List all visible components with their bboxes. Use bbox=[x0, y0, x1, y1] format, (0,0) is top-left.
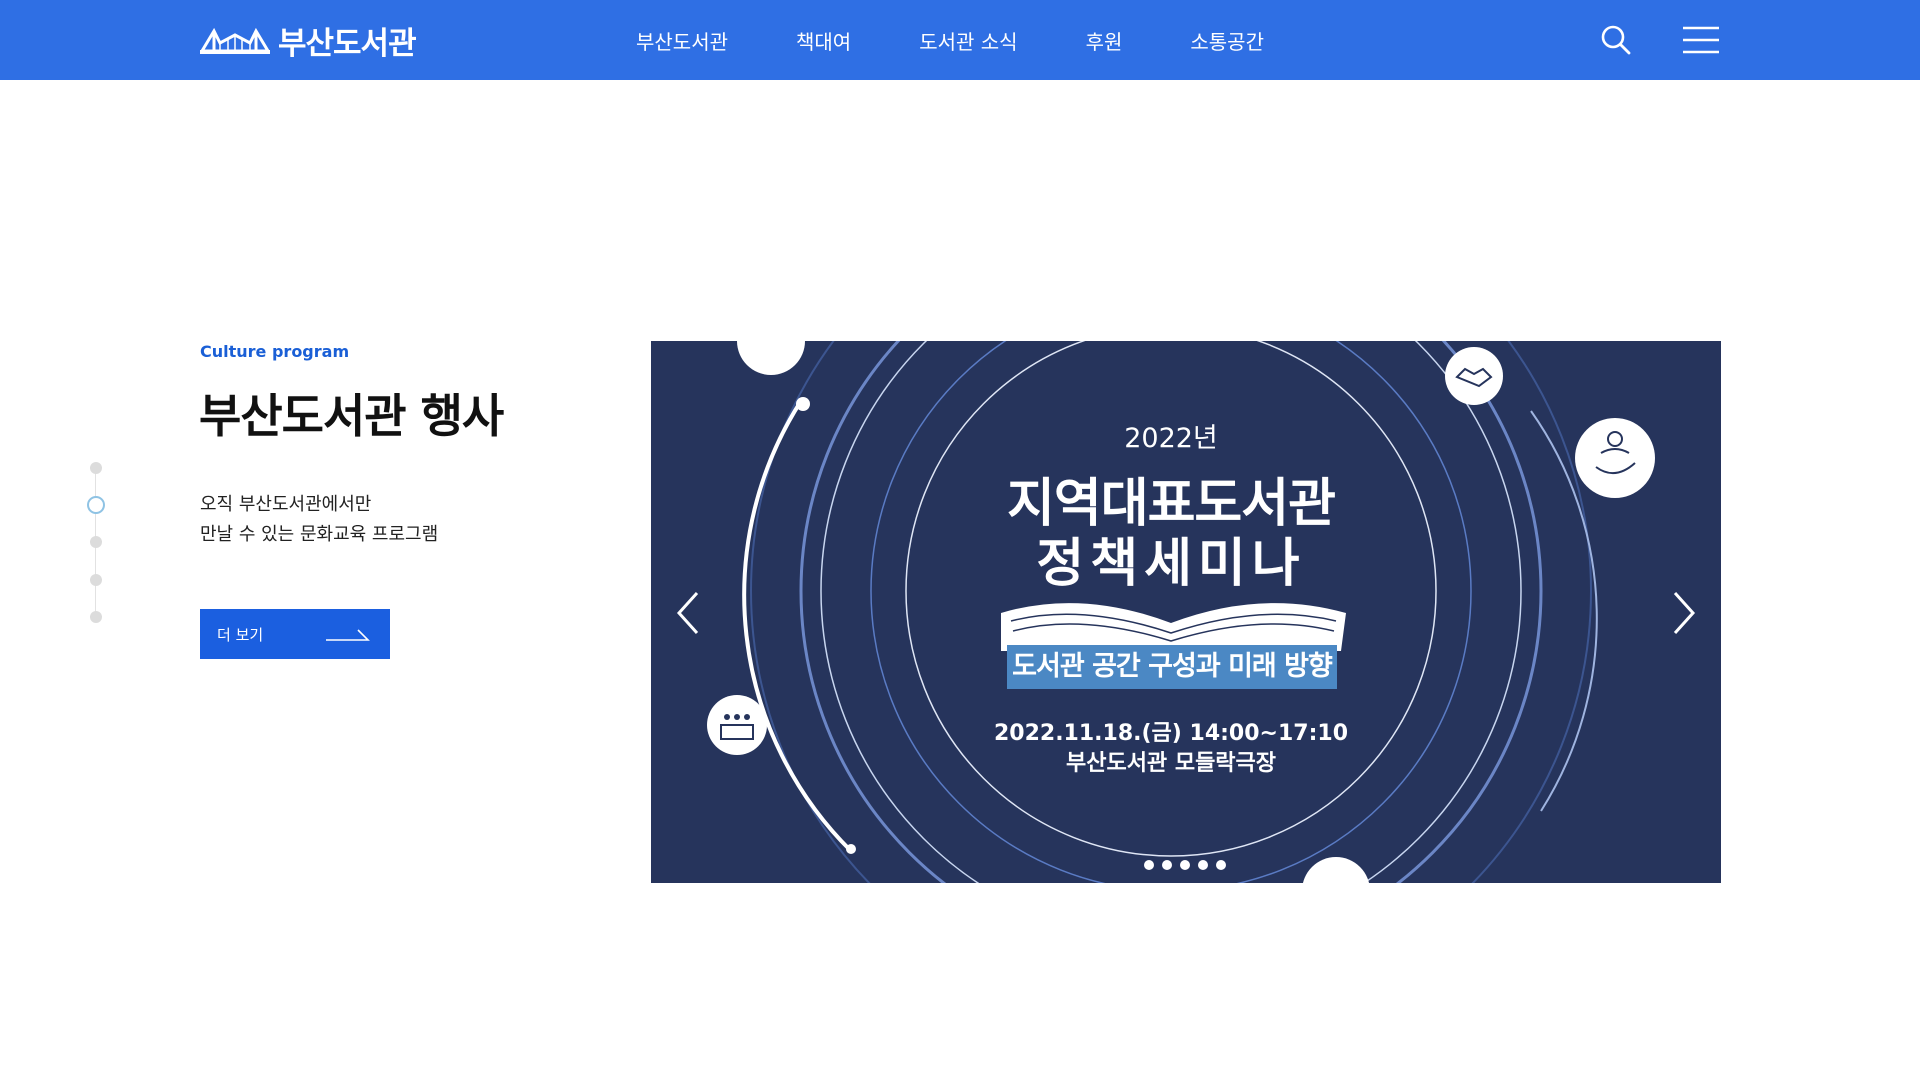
section-pager bbox=[87, 462, 105, 628]
pager-dot[interactable] bbox=[90, 574, 102, 586]
more-button-label: 더 보기 bbox=[217, 626, 264, 644]
section-description: 오직 부산도서관에서만 만날 수 있는 문화교육 프로그램 bbox=[200, 490, 438, 550]
banner-dot[interactable] bbox=[1216, 860, 1226, 870]
chevron-left-icon bbox=[676, 591, 699, 635]
menu-button[interactable] bbox=[1682, 24, 1720, 56]
pager-dot[interactable] bbox=[90, 462, 102, 474]
description-line: 오직 부산도서관에서만 bbox=[200, 494, 372, 515]
banner-next-button[interactable] bbox=[1669, 589, 1699, 637]
section-title: 부산도서관 행사 bbox=[199, 389, 504, 443]
banner-place: 부산도서관 모들락극장 bbox=[1065, 751, 1277, 776]
banner-year: 2022년 bbox=[1124, 423, 1218, 454]
banner-dot[interactable] bbox=[1198, 860, 1208, 870]
nav-item-library-news[interactable]: 도서관 소식 bbox=[919, 26, 1017, 55]
nav-item-sponsorship[interactable]: 후원 bbox=[1086, 26, 1123, 55]
banner-dot[interactable] bbox=[1162, 860, 1172, 870]
nav-item-busan-library[interactable]: 부산도서관 bbox=[636, 26, 728, 55]
library-bridge-logo-icon bbox=[200, 27, 270, 54]
open-book-icon bbox=[1001, 603, 1346, 651]
site-header: 부산도서관 부산도서관 책대여 도서관 소식 후원 소통공간 bbox=[0, 0, 1920, 80]
section-eyebrow: Culture program bbox=[200, 342, 350, 361]
banner-pagination bbox=[1144, 860, 1226, 870]
hamburger-menu-icon bbox=[1683, 26, 1719, 54]
nav-item-communication[interactable]: 소통공간 bbox=[1190, 26, 1264, 55]
banner-subtitle: 도서관 공간 구성과 미래 방향 bbox=[1007, 645, 1337, 689]
banner-title-line2: 정책세미나 bbox=[1036, 534, 1306, 594]
main-nav: 부산도서관 책대여 도서관 소식 후원 소통공간 bbox=[636, 0, 1264, 80]
logo-text: 부산도서관 bbox=[278, 25, 417, 62]
banner-date: 2022.11.18.(금) 14:00~17:10 bbox=[993, 721, 1349, 746]
site-logo[interactable]: 부산도서관 bbox=[200, 20, 417, 62]
more-button[interactable]: 더 보기 bbox=[200, 609, 390, 659]
event-banner[interactable]: 2022년 지역대표도서관 정책세미나 도서관 공간 구성과 미래 방향 202… bbox=[651, 341, 1721, 883]
search-button[interactable] bbox=[1600, 24, 1632, 56]
pager-dot-active[interactable] bbox=[87, 496, 105, 514]
arrow-right-icon bbox=[326, 629, 370, 641]
pager-dot[interactable] bbox=[90, 536, 102, 548]
handshake-icon bbox=[1445, 347, 1503, 405]
banner-dot[interactable] bbox=[1144, 860, 1154, 870]
banner-prev-button[interactable] bbox=[673, 589, 703, 637]
chevron-right-icon bbox=[1673, 591, 1696, 635]
banner-dot[interactable] bbox=[1180, 860, 1190, 870]
search-icon bbox=[1601, 25, 1631, 55]
description-line: 만날 수 있는 문화교육 프로그램 bbox=[200, 524, 439, 545]
pager-dot[interactable] bbox=[90, 611, 102, 623]
nav-item-book-lending[interactable]: 책대여 bbox=[796, 26, 851, 55]
